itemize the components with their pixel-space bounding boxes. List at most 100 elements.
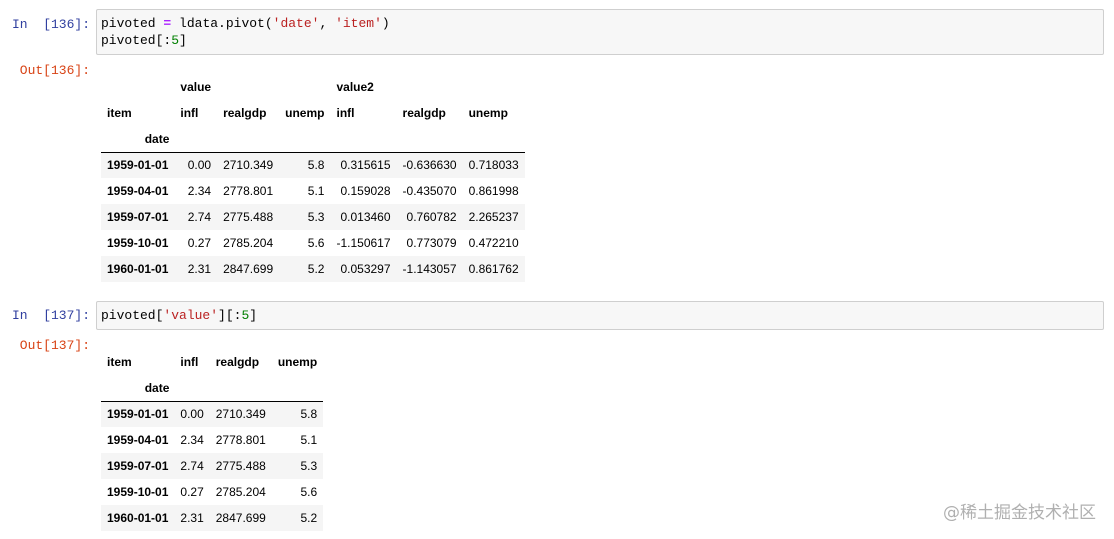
table-cell: 2778.801 [223, 184, 274, 198]
column-header: unemp [285, 106, 325, 120]
row-index: 1959-01-01 [107, 158, 169, 173]
column-group-header [463, 74, 525, 100]
table-cell: 0.315615 [340, 158, 391, 173]
row-index: 1959-07-01 [107, 210, 169, 224]
column-header: unemp [277, 355, 318, 369]
table-cell: 2847.699 [215, 511, 266, 525]
table-cell: 2.265237 [468, 210, 519, 224]
table-cell: 2785.204 [215, 485, 266, 499]
code-line: pivoted['value'][:5] [101, 307, 1099, 324]
table-row: 1959-04-01 2.34 2778.801 5.1 0.159028 -0.4350… [101, 178, 525, 204]
column-header: unemp [468, 106, 508, 120]
code-token: ldata.pivot( [171, 16, 273, 31]
empty-header [396, 126, 463, 153]
output-prompt-137: Out[137]: [19, 338, 90, 353]
empty-header [271, 375, 324, 402]
code-line: pivoted[:5] [101, 32, 1099, 49]
code-input-136[interactable]: pivoted = ldata.pivot('date', 'item') piv… [96, 9, 1104, 55]
table-row: 1959-04-01 2.34 2778.801 5.1 [101, 427, 323, 453]
row-index: 1960-01-01 [107, 262, 169, 276]
columns-name-header: item [107, 106, 132, 120]
empty-header [174, 375, 210, 402]
header-row-top: value value2 [101, 74, 525, 100]
table-cell: 0.27 [187, 236, 212, 250]
table-row: 1960-01-01 2.31 2847.699 5.2 [101, 505, 324, 531]
table-cell: 5.3 [300, 459, 318, 473]
table-row: 1959-10-01 0.27 2785.204 5.6 [101, 479, 323, 505]
table-cell: -0.435070 [402, 184, 457, 198]
table-cell: -1.143057 [402, 262, 457, 276]
table-row: 1959-07-01 2.74 2775.488 5.3 0.013460 0.76078… [101, 204, 525, 230]
code-token: ][: [218, 308, 242, 323]
table-cell: 0.013460 [340, 210, 391, 224]
column-group-header [397, 74, 463, 100]
code-input-137[interactable]: pivoted['value'][:5] [96, 301, 1104, 330]
row-index: 1959-04-01 [107, 433, 169, 447]
table-row: 1959-10-01 0.27 2785.204 5.6 -1.150617 0.7730… [101, 230, 525, 256]
table-cell: 2.31 [180, 511, 204, 525]
column-header: realgdp [223, 106, 267, 120]
table-cell: 0.718033 [468, 158, 519, 173]
table-cell: 2710.349 [215, 407, 266, 422]
input-prompt-136: In [136]: [11, 17, 90, 32]
dataframe-output-137: item infl realgdp unemp date 1959-01-01 0.00… [101, 349, 324, 531]
table-cell: 0.053297 [340, 262, 391, 276]
column-header: infl [180, 106, 199, 120]
code-token: , [319, 16, 336, 31]
code-token: pivoted [101, 16, 164, 31]
code-token: ] [179, 33, 187, 48]
table-header: item infl realgdp unemp date [101, 349, 324, 402]
index-name-header: date [101, 126, 175, 153]
table-body: 1959-01-01 0.00 2710.349 5.8 1959-04-01 2.34 2… [101, 401, 324, 531]
row-index: 1959-01-01 [107, 407, 169, 422]
code-number: 5 [171, 33, 180, 48]
table-cell: 5.8 [307, 158, 325, 173]
table-body: 1959-01-01 0.00 2710.349 5.8 0.315615 -0.6366… [101, 152, 525, 282]
empty-header [209, 375, 272, 402]
table-cell: 2.34 [180, 433, 204, 447]
row-index: 1959-10-01 [107, 485, 169, 499]
table-cell: 0.760782 [406, 210, 457, 224]
table-cell: 0.861762 [468, 262, 519, 276]
table-cell: 5.3 [307, 210, 325, 224]
code-token: ] [249, 308, 258, 323]
table-cell: 2847.699 [223, 262, 274, 276]
column-header: realgdp [402, 106, 446, 120]
header-row-index: date [101, 375, 324, 402]
table-cell: 5.6 [307, 236, 325, 250]
table-cell: 2778.801 [215, 433, 266, 447]
table-cell: 5.2 [300, 511, 318, 525]
table-cell: 5.8 [300, 407, 318, 422]
table-cell: 2785.204 [223, 236, 274, 250]
row-index: 1960-01-01 [107, 511, 169, 525]
table-cell: 2.74 [187, 210, 212, 224]
column-group-header [279, 74, 330, 100]
code-string: 'value' [163, 308, 219, 323]
table-row: 1959-01-01 0.00 2710.349 5.8 0.315615 -0.6366… [101, 152, 525, 178]
table-cell: 0.159028 [340, 184, 391, 198]
code-token: pivoted[: [101, 33, 172, 48]
table-header: value value2 item infl realgdp unemp infl real… [101, 74, 525, 153]
row-index: 1959-04-01 [107, 184, 169, 198]
watermark: @稀土掘金技术社区 [943, 503, 1096, 523]
column-header: infl [336, 106, 355, 120]
table-cell: 2.31 [187, 262, 212, 276]
row-index: 1959-10-01 [107, 236, 169, 250]
empty-header [462, 126, 525, 153]
output-prompt-136: Out[136]: [19, 63, 90, 78]
column-group-header [217, 74, 279, 100]
header-row-columns: item infl realgdp unemp infl realgdp unemp [101, 100, 525, 126]
column-header: infl [180, 355, 199, 369]
table-cell: 2710.349 [223, 158, 274, 173]
index-name-header: date [101, 375, 175, 402]
table-cell: 0.861998 [468, 184, 519, 198]
column-header: realgdp [215, 355, 260, 369]
empty-header [217, 126, 280, 153]
code-token: pivoted[ [101, 308, 164, 323]
column-group-header: value [180, 80, 212, 94]
input-prompt-137: In [137]: [11, 308, 90, 323]
row-index: 1959-07-01 [107, 459, 169, 473]
code-line: pivoted = ldata.pivot('date', 'item') [101, 15, 1099, 32]
code-string: 'date' [272, 16, 320, 31]
header-row-columns: item infl realgdp unemp [101, 349, 323, 375]
